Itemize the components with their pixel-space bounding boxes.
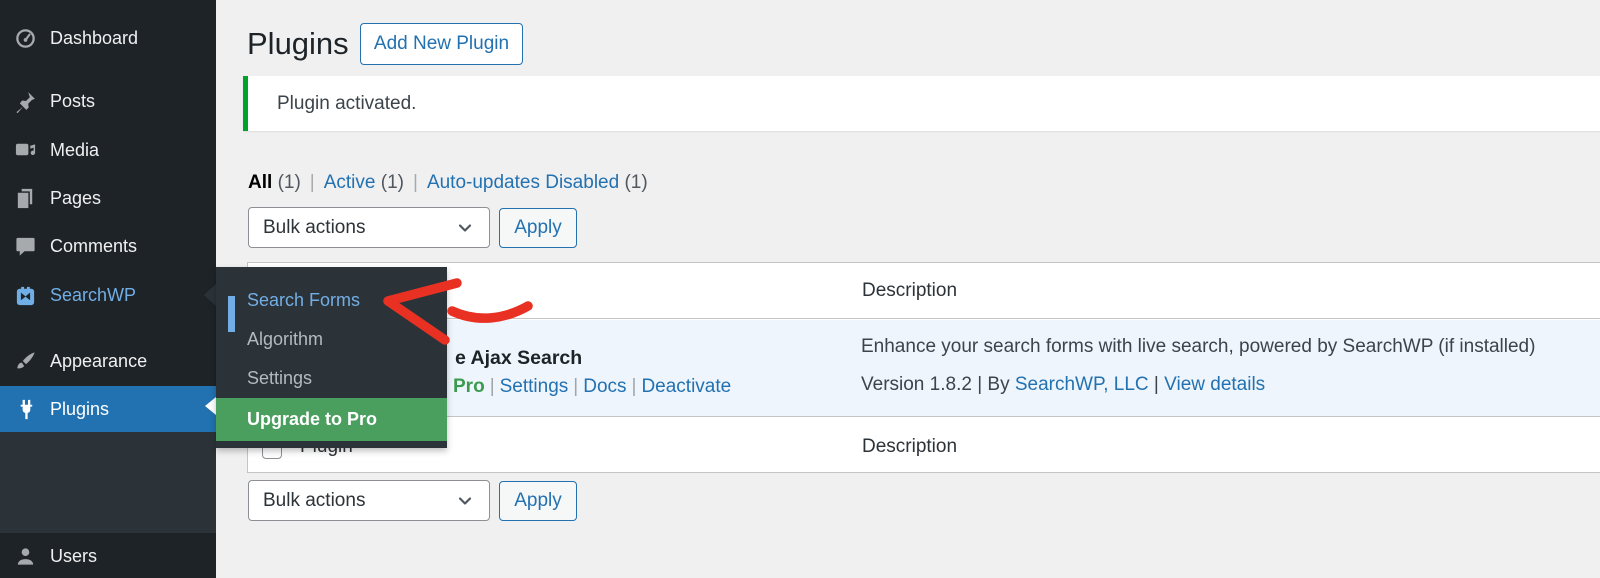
table-header-top: Plugin Description [248,263,1600,319]
flyout-item-algorithm[interactable]: Algorithm [216,320,447,359]
wordpress-admin-screen: Plugins Add New Plugin Plugin activated.… [0,0,1600,578]
sidebar-item-users[interactable]: Users [0,540,216,572]
flyout-item-search-forms[interactable]: Search Forms [216,281,447,332]
plugin-version-line: Version 1.8.2 | By SearchWP, LLC | View … [861,374,1266,395]
bulk-actions-selected-value: Bulk actions [263,216,366,238]
docs-link[interactable]: Docs [583,376,626,397]
plugin-row-actions: Pro | Settings | Docs | Deactivate [453,376,732,397]
sidebar-item-posts[interactable]: Posts [0,85,216,117]
deactivate-link[interactable]: Deactivate [641,376,731,397]
view-details-link[interactable]: View details [1164,374,1265,395]
flyout-item-settings[interactable]: Settings [216,359,447,398]
filter-auto-updates-disabled[interactable]: Auto-updates Disabled (1) [427,172,648,194]
media-icon [14,139,37,162]
plugin-status-filters: All (1) | Active (1) | Auto-updates Disa… [248,172,648,194]
searchwp-flyout-arrow [204,284,216,306]
filter-separator: | [309,172,315,193]
sidebar-item-comments[interactable]: Comments [0,230,216,262]
admin-sidebar: Dashboard Posts Media Pages Comments Sea… [0,0,216,578]
sidebar-item-media[interactable]: Media [0,134,216,166]
bulk-actions-select[interactable]: Bulk actions [248,480,490,521]
users-icon [14,545,37,568]
settings-link[interactable]: Settings [500,376,569,397]
plugin-description: Enhance your search forms with live sear… [861,336,1536,357]
chevron-down-icon [458,496,472,505]
sidebar-item-pages[interactable]: Pages [0,182,216,214]
sidebar-item-appearance[interactable]: Appearance [0,345,216,377]
plugins-active-arrow [205,397,216,415]
bulk-actions-selected-value: Bulk actions [263,489,366,511]
apply-button[interactable]: Apply [499,208,577,248]
add-new-plugin-button[interactable]: Add New Plugin [360,23,523,65]
filter-separator: | [413,172,418,193]
pro-link[interactable]: Pro [453,376,485,397]
plugin-name: e Ajax Search [455,347,583,369]
plugins-submenu: Installed Plugins Add New Plugin [0,432,216,533]
flyout-item-upgrade-to-pro[interactable]: Upgrade to Pro [216,398,447,441]
plugins-table: Plugin Description e Ajax Search Pro|Set… [247,262,1600,473]
apply-button[interactable]: Apply [499,481,577,521]
chevron-down-icon [458,223,472,232]
table-header-bottom: Plugin Description [248,416,1600,473]
sidebar-item-dashboard[interactable]: Dashboard [0,22,216,54]
description-column-header: Description [862,436,958,457]
sidebar-item-searchwp[interactable]: SearchWP [0,279,216,311]
sidebar-item-plugins-active-bg: Plugins [0,386,216,432]
filter-active[interactable]: Active (1) [324,172,404,194]
plug-icon [14,398,37,421]
notice-text: Plugin activated. [277,92,417,114]
filter-all[interactable]: All (1) [248,172,301,194]
bulk-actions-select[interactable]: Bulk actions [248,207,490,248]
plugin-row-searchwp-live-ajax-search: e Ajax Search Pro | Settings | Docs | Deactiva… [248,320,1600,416]
pushpin-icon [14,90,37,113]
author-link[interactable]: SearchWP, LLC [1015,374,1149,395]
description-column-header: Description [862,280,958,301]
sidebar-item-plugins[interactable]: Plugins [0,393,216,425]
plugin-activated-notice: Plugin activated. [243,76,1600,131]
searchwp-flyout-menu: Search Forms Algorithm Settings Upgrade … [216,267,447,448]
comments-icon [14,235,37,258]
paintbrush-icon [14,350,37,373]
searchwp-icon [14,284,37,307]
page-title: Plugins [247,26,349,61]
dashboard-icon [14,27,37,50]
pages-icon [14,187,37,210]
